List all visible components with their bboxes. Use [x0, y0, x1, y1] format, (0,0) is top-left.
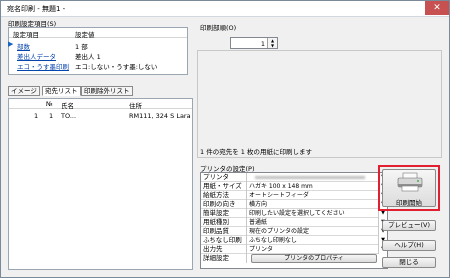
- settings-row-eco[interactable]: エコ・うす墨印刷 エコ:しない・うす墨:しない: [9, 60, 187, 71]
- quality-key: 印刷品質: [203, 227, 247, 236]
- easy-settings-value: 印刷したい設定を選択してください: [249, 210, 345, 217]
- help-button[interactable]: ヘルプ(H): [382, 240, 436, 251]
- output-key: 出力先: [203, 245, 247, 254]
- paper-type-key: 用紙種別: [203, 218, 247, 227]
- printer-key: プリンタ: [203, 173, 247, 182]
- borderless-key: ふちなし印刷: [203, 236, 247, 245]
- selected-arrow-icon: ▶: [8, 40, 14, 48]
- print-start-label: 印刷開始: [396, 199, 422, 207]
- printer-row-quality[interactable]: 印刷品質 現在のプリンタの設定 ▼: [201, 227, 387, 236]
- col-name-header: 氏名: [61, 102, 74, 110]
- settings-row-copies[interactable]: ▶ 部数 1 部: [8, 40, 187, 51]
- col-item-header: 設定項目: [13, 31, 39, 39]
- printer-settings-grid: プリンタ ▼ 用紙・サイズ ハガキ 100 x 148 mm ▼ 給紙方法 オー…: [200, 172, 388, 269]
- window-title: 宛名印刷 - 無題1 -: [7, 5, 66, 13]
- paper-source-key: 給紙方法: [203, 191, 247, 200]
- tab-exclusion-list[interactable]: 印刷除外リスト: [81, 86, 133, 96]
- easy-settings-key: 簡単設定: [203, 209, 247, 218]
- address-list-header: № 氏名 住所: [9, 99, 192, 110]
- blurred-printer-name: [255, 176, 365, 179]
- printer-row-paper-type[interactable]: 用紙種別 普通紙 ▼: [201, 218, 387, 227]
- address-list-table: № 氏名 住所 1 1 TO... RM111, 324 S Laramie: [8, 98, 193, 270]
- quality-value: 現在のプリンタの設定: [249, 228, 310, 235]
- settings-row-sender[interactable]: 差出人データ 差出人 1: [9, 50, 187, 61]
- settings-value-eco: エコ:しない・うす墨:しない: [75, 63, 158, 71]
- col-no-header: №: [46, 100, 53, 108]
- title-bar: 宛名印刷 - 無題1 - ✕: [1, 1, 449, 17]
- paper-type-value: 普通紙: [249, 219, 268, 226]
- tab-address-list[interactable]: 宛先リスト: [42, 86, 81, 96]
- printer-row-output[interactable]: 出力先 プリンタ ▼: [201, 245, 387, 254]
- list-tabs: イメージ 宛先リスト 印刷除外リスト: [8, 86, 188, 98]
- preview-button[interactable]: プレビュー(V): [382, 220, 436, 231]
- printer-row-printer[interactable]: プリンタ ▼: [201, 173, 387, 182]
- settings-table-header: 設定項目 設定値: [9, 28, 187, 39]
- printer-row-orientation[interactable]: 印刷の向き 横方向 ▼: [201, 200, 387, 209]
- tab-image[interactable]: イメージ: [8, 86, 40, 96]
- col-address-header: 住所: [129, 102, 142, 110]
- print-order-spinner[interactable]: 1 ▲ ▼: [230, 37, 278, 49]
- list-item-check: 1: [34, 112, 39, 120]
- printer-row-easy-settings[interactable]: 簡単設定 印刷したい設定を選択してください ▼: [201, 209, 387, 218]
- printer-row-paper-source[interactable]: 給紙方法 オートシートフィーダ ▼: [201, 191, 387, 200]
- list-item-name: TO...: [61, 112, 77, 120]
- advanced-key: 詳細設定: [203, 254, 247, 263]
- close-window-button[interactable]: ✕: [425, 1, 449, 15]
- spinner-arrows-icon[interactable]: ▲ ▼: [267, 38, 277, 48]
- paper-size-value: ハガキ 100 x 148 mm: [249, 183, 313, 190]
- close-button[interactable]: 閉じる: [382, 257, 436, 268]
- print-dialog: 宛名印刷 - 無題1 - ✕ 印刷設定項目(S) 設定項目 設定値 ▶ 部数 1…: [0, 0, 450, 278]
- settings-item-eco[interactable]: エコ・うす墨印刷: [17, 61, 69, 71]
- preview-area: [197, 50, 442, 158]
- borderless-value: ふちなし印刷なし: [249, 237, 297, 244]
- col-value-header: 設定値: [75, 31, 95, 39]
- paper-size-key: 用紙・サイズ: [203, 182, 247, 191]
- printer-row-paper-size[interactable]: 用紙・サイズ ハガキ 100 x 148 mm ▼: [201, 182, 387, 191]
- printer-properties-button[interactable]: プリンタのプロパティ: [251, 254, 377, 263]
- list-item[interactable]: 1 1 TO... RM111, 324 S Laramie: [9, 111, 192, 121]
- print-order-label: 印刷部順(O): [200, 24, 237, 32]
- settings-table: 設定項目 設定値 ▶ 部数 1 部 差出人データ 差出人 1 エコ・うす墨印刷 …: [8, 27, 188, 75]
- summary-text: 1 件の宛先を 1 枚の用紙に印刷します: [200, 148, 312, 156]
- printer-icon: [397, 172, 423, 192]
- list-item-no: 1: [49, 112, 54, 120]
- printer-row-borderless[interactable]: ふちなし印刷 ふちなし印刷なし ▼: [201, 236, 387, 245]
- orientation-value: 横方向: [249, 201, 268, 208]
- list-item-address: RM111, 324 S Laramie: [129, 112, 191, 120]
- orientation-key: 印刷の向き: [203, 200, 247, 209]
- output-value: プリンタ: [249, 246, 274, 253]
- print-start-button[interactable]: 印刷開始: [382, 169, 436, 207]
- print-order-value: 1: [260, 40, 265, 48]
- paper-source-value: オートシートフィーダ: [249, 192, 309, 199]
- printer-row-advanced: 詳細設定 プリンタのプロパティ: [201, 254, 387, 263]
